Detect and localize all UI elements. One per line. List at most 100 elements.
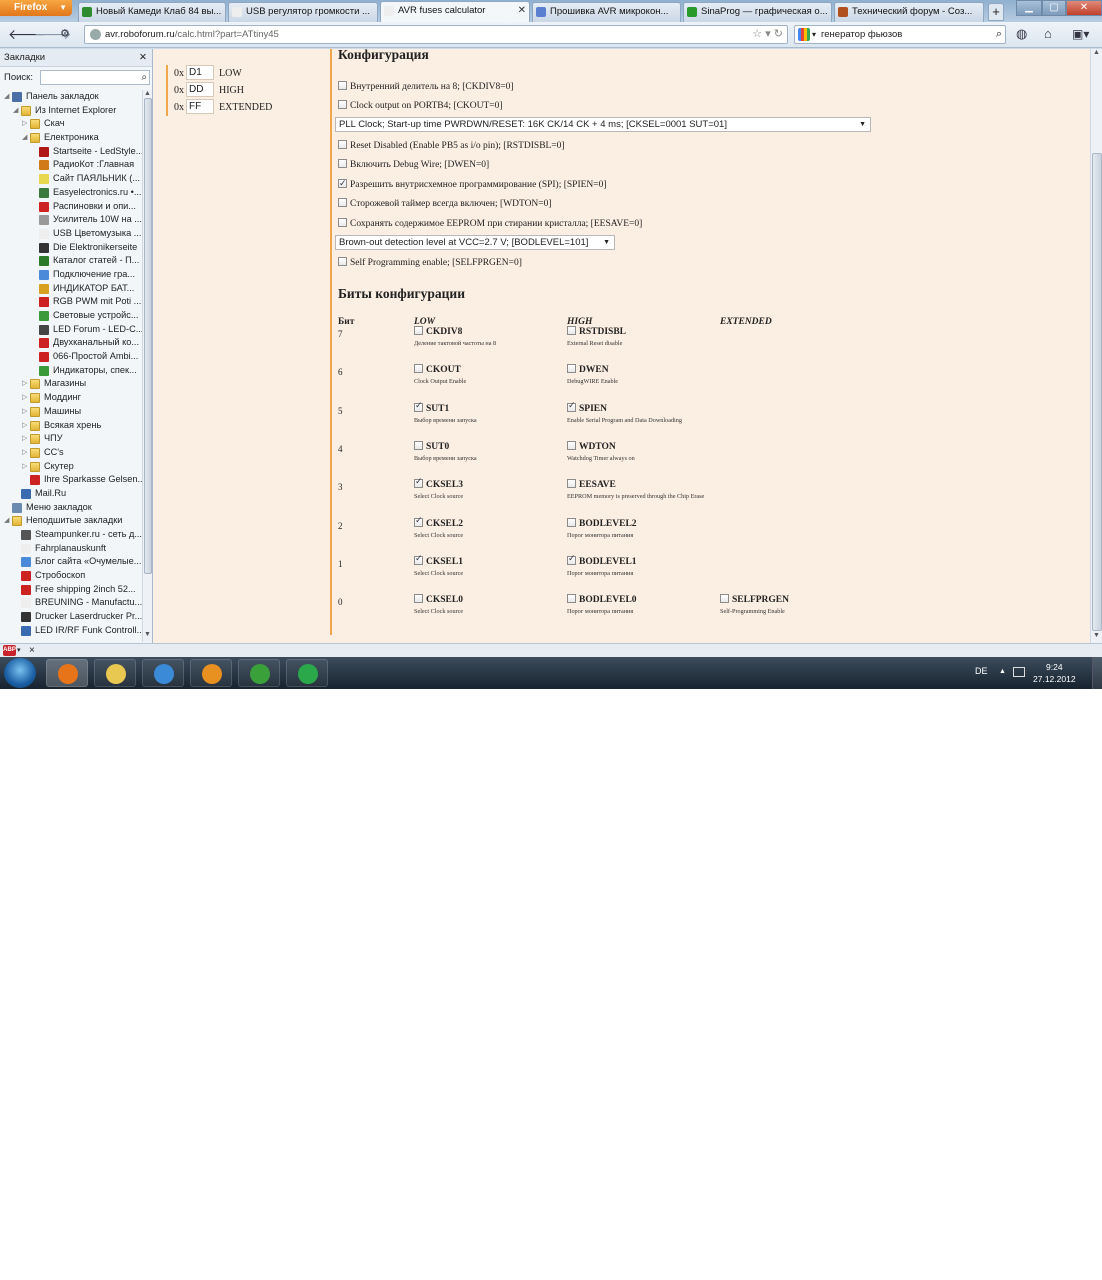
bit-checkbox[interactable] [414, 364, 423, 374]
bookmark-item[interactable]: LED Forum - LED-C... [0, 323, 142, 337]
fuse-value-input[interactable]: D1 [186, 65, 214, 80]
bookmark-item[interactable]: Блог сайта «Очумелые... [0, 555, 142, 569]
scroll-down-icon[interactable]: ▼ [1093, 632, 1100, 639]
bit-checkbox[interactable] [567, 553, 576, 566]
bit-checkbox[interactable] [414, 440, 423, 450]
bit-checkbox[interactable] [567, 326, 576, 335]
bookmark-item[interactable]: RGB PWM mit Poti ... [0, 295, 142, 309]
bit-checkbox[interactable] [720, 594, 729, 604]
close-tab-icon[interactable]: ✕ [518, 2, 526, 20]
taskbar-ie[interactable] [142, 659, 184, 687]
sidebar-search-input[interactable]: ⌕ [40, 70, 150, 85]
toolbar-menu-icon[interactable]: ▣▾ [1072, 26, 1089, 42]
browser-tab[interactable]: Новый Камеди Клаб 84 вы... [78, 2, 226, 22]
tree-toggle-icon[interactable]: ▷ [22, 117, 27, 131]
bookmark-item[interactable]: Меню закладок [0, 501, 142, 515]
bookmark-item[interactable]: Подключение гра... [0, 268, 142, 282]
fuse-value-input[interactable]: DD [186, 82, 214, 97]
bit-checkbox[interactable] [567, 400, 576, 413]
bookmark-item[interactable]: Startseite - LedStyle... [0, 145, 142, 159]
sidebar-scroll-thumb[interactable] [144, 98, 152, 574]
checkbox[interactable] [338, 159, 347, 168]
tree-toggle-icon[interactable]: ◢ [4, 90, 9, 104]
bookmark-item[interactable]: Сайт ПАЯЛЬНИК (... [0, 172, 142, 186]
bookmark-item[interactable]: LED IR/RF Funk Controll... [0, 624, 142, 638]
browser-tab[interactable]: SinaProg — графическая о... [683, 2, 832, 22]
bit-checkbox[interactable] [567, 364, 576, 374]
bookmark-item[interactable]: Free shipping 2inch 52... [0, 583, 142, 597]
checkbox[interactable] [338, 100, 347, 109]
bookmark-folder[interactable]: ▷ Скутер [0, 460, 142, 474]
bookmark-item[interactable]: Распиновки и опи... [0, 200, 142, 214]
taskbar-utorrent[interactable] [238, 659, 280, 687]
minimize-icon[interactable]: ▁ [1016, 0, 1042, 16]
bookmark-folder[interactable]: ▷ Моддинг [0, 391, 142, 405]
bookmark-item[interactable]: Easyelectronics.ru •... [0, 186, 142, 200]
tree-toggle-icon[interactable]: ▷ [22, 377, 27, 391]
bookmark-folder[interactable]: ▷ Машины [0, 405, 142, 419]
tree-toggle-icon[interactable]: ▷ [22, 446, 27, 460]
config-option[interactable]: Разрешить внутрисхемное программирование… [338, 176, 607, 193]
bookmark-item[interactable]: USB Цветомузыка ... [0, 227, 142, 241]
browser-tab[interactable]: Прошивка AVR микрокон... [532, 2, 681, 22]
close-icon[interactable]: ✕ [139, 49, 147, 67]
bookmark-folder[interactable]: ▷ Магазины [0, 377, 142, 391]
bookmark-item[interactable]: Индикаторы, спек... [0, 364, 142, 378]
browser-tab[interactable]: USB регулятор громкости ... [228, 2, 378, 22]
language-indicator[interactable]: DE [975, 666, 988, 676]
bookmark-item[interactable]: Двухканальный ко... [0, 336, 142, 350]
config-select[interactable]: PLL Clock; Start-up time PWRDWN/RESET: 1… [335, 117, 871, 132]
bit-checkbox[interactable] [414, 515, 423, 528]
bit-checkbox[interactable] [567, 594, 576, 604]
config-select[interactable]: Brown-out detection level at VCC=2.7 V; … [335, 235, 615, 250]
addon-globe-icon[interactable]: ◍ [1016, 26, 1027, 42]
bit-checkbox[interactable] [414, 400, 423, 413]
tree-toggle-icon[interactable]: ▷ [22, 391, 27, 405]
checkbox[interactable] [338, 140, 347, 149]
windows-start-icon[interactable] [4, 658, 36, 688]
content-scrollbar[interactable]: ▲ ▼ [1090, 49, 1102, 643]
config-option[interactable]: Reset Disabled (Enable PB5 as i/o pin); … [338, 138, 565, 154]
bookmark-folder[interactable]: ▷ Скач [0, 117, 142, 131]
bit-checkbox[interactable] [414, 326, 423, 335]
taskbar-firefox[interactable] [46, 659, 88, 687]
close-icon[interactable]: × [29, 644, 35, 657]
firefox-menu-button[interactable]: Firefox ▼ [0, 0, 72, 16]
tree-toggle-icon[interactable]: ◢ [22, 131, 27, 145]
maximize-icon[interactable]: ▢ [1042, 0, 1066, 16]
scroll-down-icon[interactable]: ▼ [144, 631, 151, 638]
sidebar-scrollbar[interactable]: ▲ ▼ [142, 90, 152, 642]
bookmark-item[interactable]: Усилитель 10W на ... [0, 213, 142, 227]
bit-checkbox[interactable] [567, 479, 576, 489]
bookmark-item[interactable]: Каталог статей - П... [0, 254, 142, 268]
bookmark-item[interactable]: ◢ Панель закладок [0, 90, 142, 104]
tree-toggle-icon[interactable]: ◢ [4, 514, 9, 528]
checkbox[interactable] [338, 257, 347, 266]
bookmark-folder[interactable]: ◢ Неподшитые закладки [0, 514, 142, 528]
bookmark-item[interactable]: Световые устройс... [0, 309, 142, 323]
bookmark-item[interactable]: РадиоКот :Главная [0, 158, 142, 172]
bookmark-folder[interactable]: ◢ Електроника [0, 131, 142, 145]
search-bar[interactable]: ▾ генератор фьюзов ⌕ [794, 25, 1006, 44]
bookmark-folder[interactable]: ▷ CC's [0, 446, 142, 460]
config-option[interactable]: Включить Debug Wire; [DWEN=0] [338, 157, 489, 173]
tree-toggle-icon[interactable]: ▷ [22, 419, 27, 433]
browser-tab[interactable]: Технический форум - Соз... [834, 2, 984, 22]
bookmark-folder[interactable]: ◢ Из Internet Explorer [0, 104, 142, 118]
home-icon[interactable]: ⌂ [1044, 26, 1052, 42]
tree-toggle-icon[interactable]: ◢ [13, 104, 18, 118]
bookmark-item[interactable]: 066-Простой Ambi... [0, 350, 142, 364]
show-desktop-button[interactable] [1092, 657, 1102, 689]
network-icon[interactable] [1013, 667, 1025, 677]
bookmark-item[interactable]: Die Elektronikerseite [0, 241, 142, 255]
chevron-down-icon[interactable]: ▾ [17, 644, 21, 657]
checkbox[interactable] [338, 176, 347, 192]
checkbox[interactable] [338, 218, 347, 227]
taskbar-mail-agent[interactable] [286, 659, 328, 687]
url-bar[interactable]: avr.roboforum.ru/calc.html?part=ATtiny45… [84, 25, 788, 44]
fuse-value-input[interactable]: FF [186, 99, 214, 114]
star-icon[interactable]: ☆ ▾ ↻ [752, 26, 783, 43]
tray-expand-icon[interactable]: ▲ [999, 668, 1006, 675]
bit-checkbox[interactable] [567, 440, 576, 450]
bit-checkbox[interactable] [414, 594, 423, 604]
